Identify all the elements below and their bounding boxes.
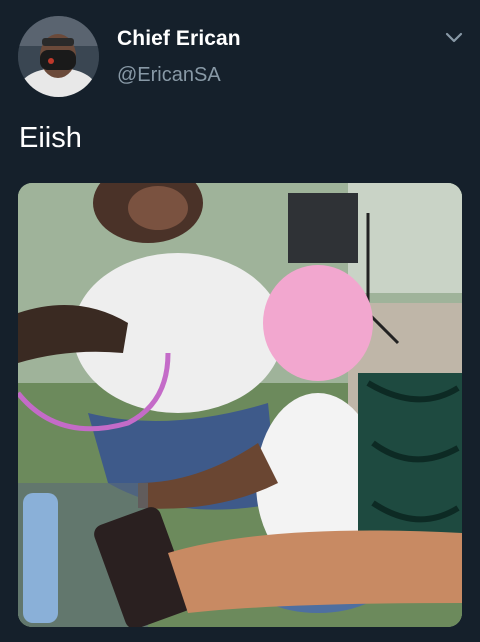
author-handle[interactable]: @EricanSA — [117, 64, 221, 87]
author-name[interactable]: Chief Erican — [117, 27, 241, 51]
tweet-text: Eiish — [19, 122, 82, 154]
tweet-video[interactable] — [18, 183, 462, 627]
avatar-image — [18, 16, 99, 97]
chevron-down-icon[interactable] — [444, 30, 464, 46]
video-frame — [18, 183, 462, 627]
avatar[interactable] — [18, 16, 99, 97]
